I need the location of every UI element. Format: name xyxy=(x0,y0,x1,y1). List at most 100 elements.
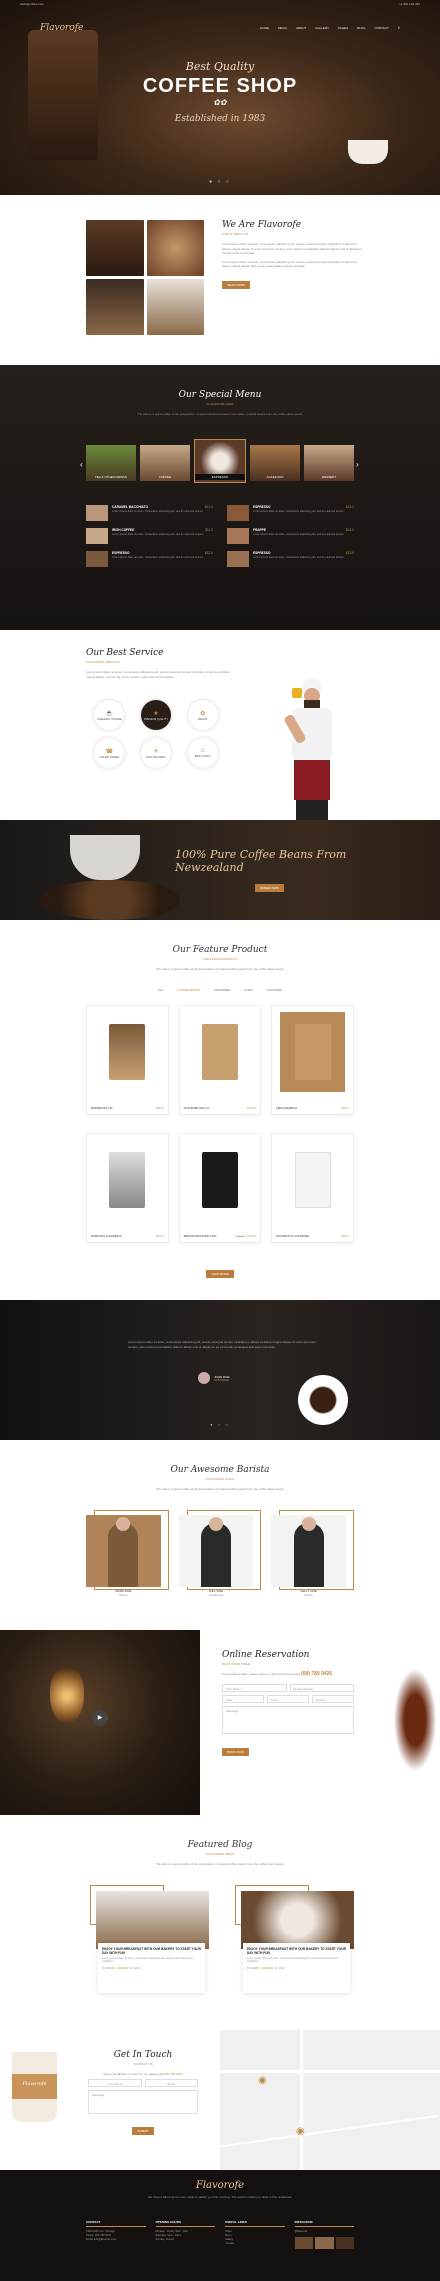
slider-dots[interactable]: ● ○ ○ xyxy=(0,1422,440,1427)
nav-item-about[interactable]: ABOUT xyxy=(296,26,306,30)
tab-tea[interactable]: TEA & OTHER DRINKS xyxy=(86,445,136,481)
tab-cakefood[interactable]: CAKEFOOD xyxy=(250,445,300,481)
products-section: Our Feature Product OUR FLAVOR PRODUCT T… xyxy=(0,920,440,1300)
about-text: We Are Flavorofe WHO & ABOUT US Lorem ip… xyxy=(222,220,362,291)
nav-item-menu[interactable]: MENU xyxy=(278,26,287,30)
product-card[interactable]: BEANS ROASTED TINY $150.0 $120.0 xyxy=(178,1133,262,1243)
instagram-thumb[interactable] xyxy=(294,2237,313,2249)
service-item[interactable]: ☕ TAKEAWAY COFFEE xyxy=(86,700,133,730)
footer-link[interactable]: Contact xyxy=(225,2242,285,2246)
filter-all[interactable]: ALL xyxy=(158,988,163,992)
blog-post[interactable]: ENJOY YOUR BREAKFAST WITH OUR BAKERY TO … xyxy=(86,1885,209,2000)
contact-message-field[interactable]: Message xyxy=(88,2090,198,2114)
date-field[interactable]: Date xyxy=(222,1694,264,1703)
menu-item[interactable]: ESPRESSO $13.0 Lorem ipsum dolor sit amet,… xyxy=(227,505,354,521)
menu-item[interactable]: IRISH COFFEE $11.0 Lorem ipsum dolor sit a… xyxy=(86,528,213,544)
barista-card[interactable]: MARK DOE Barista xyxy=(86,1510,169,1605)
contact-name-field[interactable]: Your Name xyxy=(88,2079,142,2087)
topbar-email[interactable]: hello@coffee.com xyxy=(20,2,44,6)
coffee-bag-image xyxy=(201,1024,238,1080)
chevron-right-icon[interactable]: › xyxy=(356,460,359,469)
filter-clothing[interactable]: CLOTHING xyxy=(267,988,283,992)
play-icon[interactable]: ▶ xyxy=(92,1710,108,1726)
filter-machines[interactable]: MACHINES xyxy=(214,988,230,992)
nav-item-blog[interactable]: BLOG xyxy=(357,26,365,30)
menu-item-name: ESPRESSO xyxy=(253,551,271,555)
order-now-button[interactable]: ORDER NOW xyxy=(255,884,284,892)
person-field[interactable]: Person xyxy=(312,1694,354,1703)
view-more-button[interactable]: VIEW MORE xyxy=(206,1270,234,1278)
coffee-bag-image xyxy=(294,1152,331,1208)
menu-item-name: ESPRESSO xyxy=(112,551,130,555)
instagram-thumb[interactable] xyxy=(335,2237,354,2249)
instagram-handle[interactable]: @flavorofe xyxy=(295,2230,355,2234)
post-image xyxy=(96,1891,209,1949)
nav-item-contact[interactable]: CONTACT xyxy=(375,26,389,30)
product-price: $50.0 xyxy=(341,1106,349,1110)
topbar-phone[interactable]: +1 800 123 456 xyxy=(399,2,420,6)
product-card[interactable]: FLAVROBLACK 2L $120.0 xyxy=(178,1005,262,1115)
takeaway-cup-image: Flavorofe xyxy=(12,2052,57,2122)
read-more-button[interactable]: READ MORE xyxy=(222,280,251,289)
contact-email-field[interactable]: Email xyxy=(144,2079,198,2087)
footer-logo[interactable]: Flavorofe xyxy=(0,2180,440,2191)
reservation-phone[interactable]: (08) 789 9426 xyxy=(301,1671,332,1677)
nav-item-pages[interactable]: PAGES xyxy=(338,26,348,30)
reservation-section: ▶ Online Reservation BOOK YOUR TABLE For… xyxy=(0,1630,440,1815)
post-title[interactable]: ENJOY YOUR BREAKFAST WITH OUR BAKERY TO … xyxy=(247,1947,346,1955)
slider-dots[interactable]: ● ○ ○ xyxy=(0,179,440,185)
barista-card[interactable]: KELLY DOE Barista xyxy=(271,1510,354,1605)
product-card[interactable]: ROBUSTA & ARABICA $54.0 xyxy=(86,1133,169,1243)
menu-item[interactable]: CARAMEL MACCHIATO $12.0 Lorem ipsum dolor … xyxy=(86,505,213,521)
post-title[interactable]: ENJOY YOUR BREAKFAST WITH OUR BAKERY TO … xyxy=(102,1947,201,1955)
barista-card[interactable]: WILL DOE Headbarista xyxy=(178,1510,262,1605)
book-now-button[interactable]: BOOK NOW xyxy=(222,1747,249,1756)
chevron-left-icon[interactable]: ‹ xyxy=(80,460,83,469)
footer-columns: CONTACT 1234 North Ave, Chicago Phone: (08… xyxy=(86,2220,354,2249)
post-meta: BY ADMIN · JANUARY 20, 2019 xyxy=(102,1966,140,1970)
map-pin-icon[interactable]: ◉ xyxy=(258,2075,267,2086)
message-field[interactable]: Message xyxy=(222,1705,354,1734)
contact-section: Flavorofe Get In Touch CONTACT US Have a… xyxy=(0,2030,440,2170)
hero-heading: COFFEE SHOP xyxy=(142,75,298,97)
menu-item[interactable]: ESPRESSO $12.0 Lorem ipsum dolor sit amet,… xyxy=(227,551,354,567)
map-pin-icon[interactable]: ◉ xyxy=(296,2126,305,2137)
product-name: ROBUSTA & ARABICA xyxy=(91,1234,122,1238)
product-name: ESPRESSO UP xyxy=(91,1106,113,1110)
service-item[interactable]: ✈ FAST DELIVERY xyxy=(133,738,180,768)
location-map[interactable]: ◉ ◉ xyxy=(220,2030,440,2170)
tab-espresso[interactable]: ESPRESSO xyxy=(194,439,246,483)
service-label: BEANS xyxy=(198,717,208,721)
instagram-grid xyxy=(294,2237,354,2249)
about-section: We Are Flavorofe WHO & ABOUT US Lorem ip… xyxy=(0,195,440,365)
filter-coffee-beans[interactable]: COFFEE BEANS xyxy=(177,988,200,992)
contact-phone[interactable]: (08) 789 9426 xyxy=(164,2072,183,2076)
site-logo[interactable]: Flavorofe xyxy=(40,23,83,33)
menu-item[interactable]: FRAPPE $13.0 Lorem ipsum dolor sit amet, c… xyxy=(227,528,354,544)
email-field[interactable]: Email Address xyxy=(289,1683,354,1692)
submit-button[interactable]: SUBMIT xyxy=(132,2127,154,2135)
coffee-beans-image xyxy=(40,880,180,920)
post-excerpt: Lorem ipsum dolor sit amet, consectetur … xyxy=(247,1957,338,1964)
baristas-subtitle: FLAVOROFE STAFF xyxy=(205,1477,235,1481)
product-card[interactable]: NEW ARABICA $50.0 xyxy=(271,1005,354,1115)
name-field[interactable]: Your Name xyxy=(222,1683,287,1692)
menu-item[interactable]: ESPRESSO $12.0 Lorem ipsum dolor sit amet,… xyxy=(86,551,213,567)
product-price: $50.0 xyxy=(156,1106,164,1110)
service-item[interactable]: ☺ BEST STAFF xyxy=(179,738,226,768)
product-card[interactable]: ESPRESSO UP $50.0 xyxy=(86,1005,169,1115)
search-icon[interactable]: ⚲ xyxy=(398,26,400,30)
tab-dessert[interactable]: DESSERT xyxy=(304,445,354,481)
nav-item-gallery[interactable]: GALLERY xyxy=(315,26,329,30)
service-item[interactable]: ★ PREMIUM QUALITY xyxy=(133,700,180,730)
blog-post[interactable]: ENJOY YOUR BREAKFAST WITH OUR BAKERY TO … xyxy=(231,1885,354,2000)
menu-title: Our Special Menu xyxy=(178,390,262,400)
service-item[interactable]: ✿ BEANS xyxy=(179,700,226,730)
filter-cups[interactable]: CUPS xyxy=(244,988,252,992)
service-item[interactable]: ☎ ONLINE ORDER xyxy=(86,738,133,768)
time-field[interactable]: Time xyxy=(267,1694,309,1703)
tab-coffee[interactable]: COFFEE xyxy=(140,445,190,481)
product-card[interactable]: RISTRETTO CAFFEINE $50.0 xyxy=(271,1133,354,1243)
nav-item-home[interactable]: HOME xyxy=(260,26,269,30)
instagram-thumb[interactable] xyxy=(315,2237,334,2249)
